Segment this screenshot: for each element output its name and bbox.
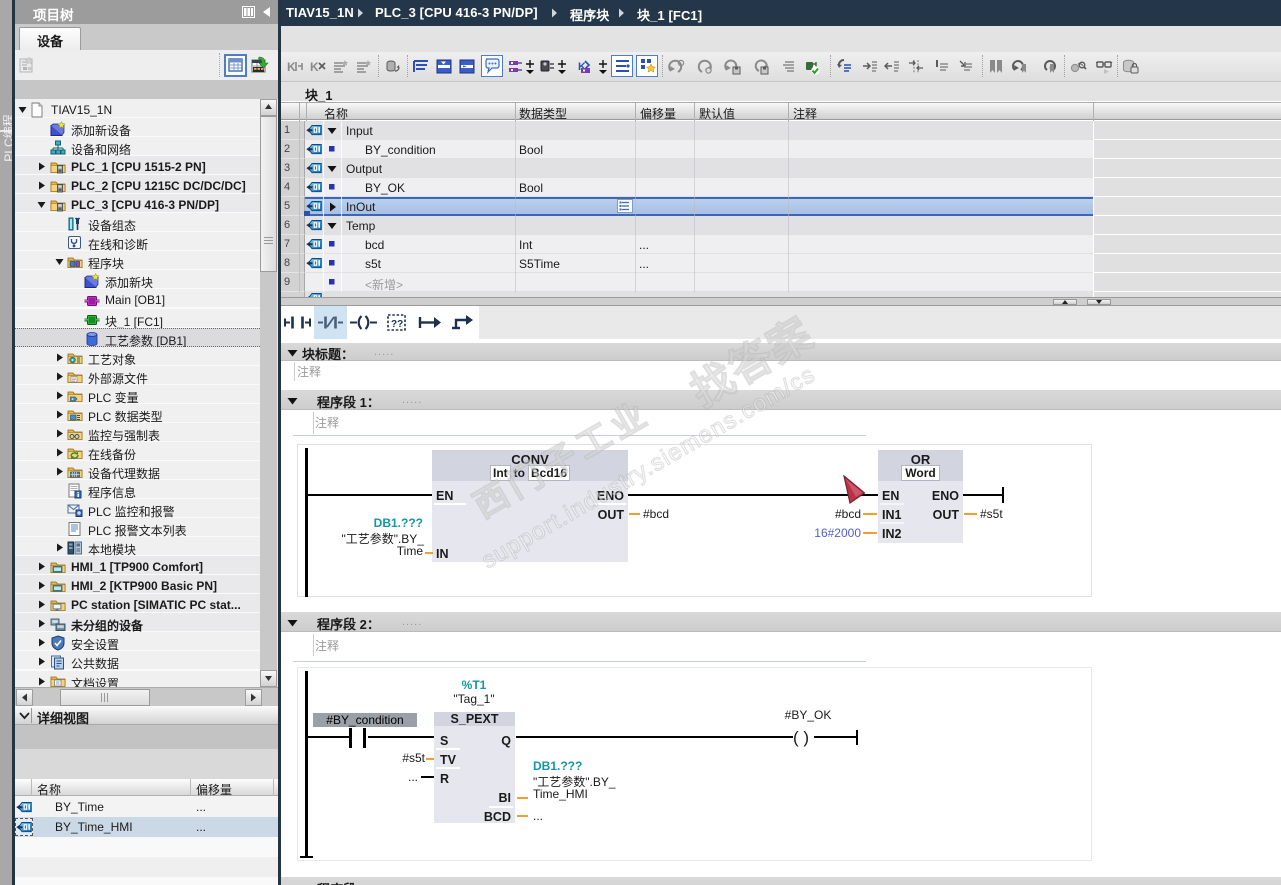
svg-text:K: K xyxy=(287,60,296,74)
svg-text:??: ?? xyxy=(391,319,403,330)
svg-text:K: K xyxy=(310,60,319,74)
